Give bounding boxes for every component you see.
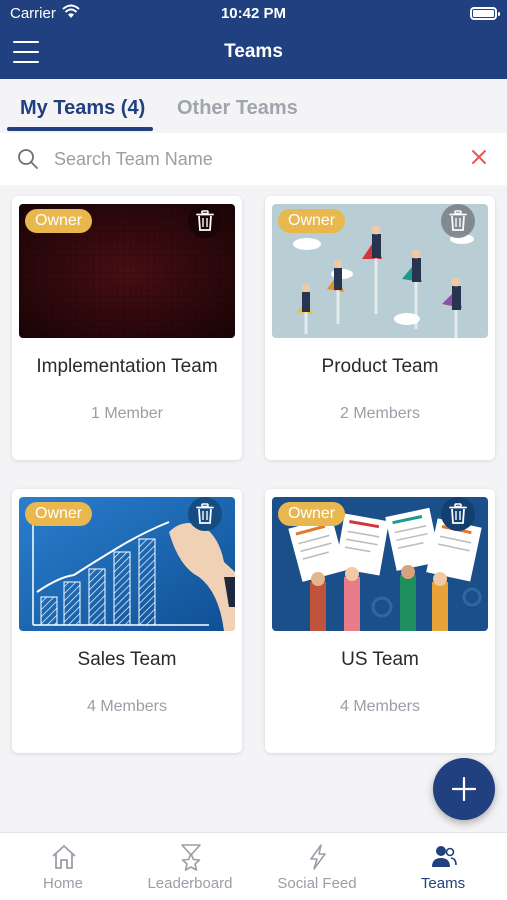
team-name: US Team xyxy=(341,649,419,670)
trash-icon xyxy=(196,210,214,231)
nav-item-social-feed[interactable]: Social Feed xyxy=(254,833,380,900)
team-name: Product Team xyxy=(321,356,439,377)
tab-other-teams[interactable]: Other Teams xyxy=(177,97,298,120)
team-card-us[interactable]: Owner US Team 4 Members xyxy=(265,489,495,753)
delete-team-button[interactable] xyxy=(441,204,475,238)
nav-label: Social Feed xyxy=(277,875,357,892)
search-bar xyxy=(0,133,507,185)
search-icon xyxy=(18,149,38,169)
trophy-star-icon xyxy=(181,844,201,871)
tab-my-teams[interactable]: My Teams (4) xyxy=(20,97,145,120)
team-member-count: 4 Members xyxy=(86,698,168,715)
clear-search-icon[interactable] xyxy=(470,148,488,166)
app-header: Carrier 10:42 PM Teams xyxy=(0,0,507,79)
team-card-product[interactable]: Owner Product Team 2 Members xyxy=(265,196,495,460)
delete-team-button[interactable] xyxy=(188,204,222,238)
delete-team-button[interactable] xyxy=(441,497,475,531)
plus-icon xyxy=(451,776,477,802)
team-name: Sales Team xyxy=(77,649,177,670)
delete-team-button[interactable] xyxy=(188,497,222,531)
team-member-count: 1 Member xyxy=(90,405,164,422)
battery-icon xyxy=(470,7,500,20)
search-input[interactable] xyxy=(54,143,454,175)
bottom-nav: Home Leaderboard Social Feed Teams xyxy=(0,832,507,900)
trash-icon xyxy=(449,503,467,524)
lightning-icon xyxy=(310,844,326,870)
team-card-sales[interactable]: Owner Sales Team 4 Members xyxy=(12,489,242,753)
status-time: 10:42 PM xyxy=(220,5,287,22)
trash-icon xyxy=(196,503,214,524)
nav-label: Leaderboard xyxy=(147,875,233,892)
team-name: Implementation Team xyxy=(36,356,218,377)
owner-badge: Owner xyxy=(278,209,346,233)
nav-item-home[interactable]: Home xyxy=(0,833,126,900)
owner-badge: Owner xyxy=(278,502,346,526)
people-icon xyxy=(432,846,457,867)
add-team-button[interactable] xyxy=(433,758,495,820)
page-title: Teams xyxy=(224,41,283,62)
owner-badge: Owner xyxy=(25,209,93,233)
owner-badge: Owner xyxy=(25,502,93,526)
nav-label: Teams xyxy=(420,875,466,892)
trash-icon xyxy=(449,210,467,231)
nav-label: Home xyxy=(42,875,83,892)
home-icon xyxy=(52,845,76,869)
team-tabs: My Teams (4) Other Teams xyxy=(0,79,507,133)
team-member-count: 4 Members xyxy=(339,698,421,715)
team-member-count: 2 Members xyxy=(339,405,421,422)
nav-item-teams[interactable]: Teams xyxy=(380,833,506,900)
status-bar: Carrier 10:42 PM xyxy=(0,0,507,28)
nav-item-leaderboard[interactable]: Leaderboard xyxy=(127,833,253,900)
team-card-implementation[interactable]: Owner Implementation Team 1 Member xyxy=(12,196,242,460)
active-tab-indicator xyxy=(7,127,153,131)
